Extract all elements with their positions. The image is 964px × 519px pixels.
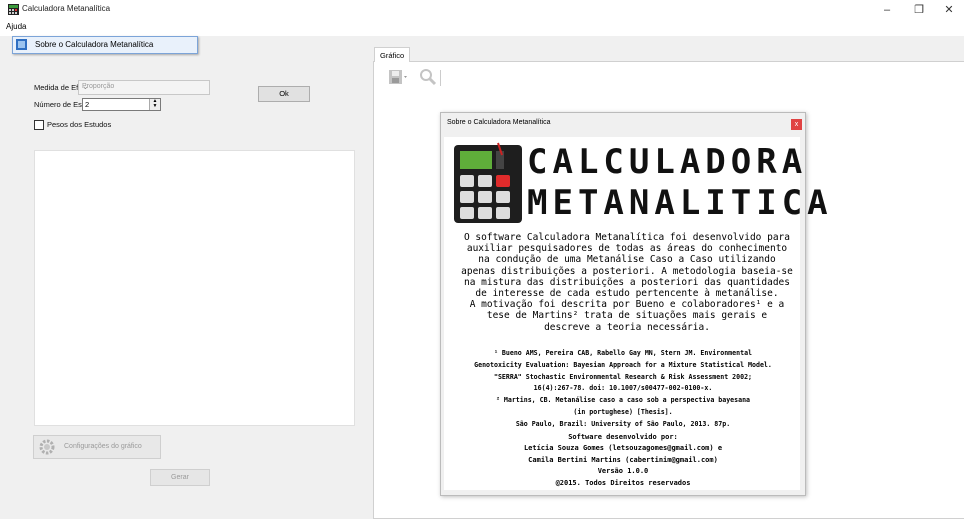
title-bar bbox=[0, 0, 964, 20]
zoom-icon[interactable] bbox=[418, 68, 438, 86]
about-close-button[interactable]: x bbox=[791, 119, 802, 130]
pesos-checkbox[interactable] bbox=[34, 120, 44, 130]
description-line: apenas distribuições a posteriori. A met… bbox=[461, 265, 793, 277]
gear-icon bbox=[39, 439, 55, 455]
description-line: A motivação foi descrita por Bueno e col… bbox=[469, 299, 785, 311]
config-chart-label: Configurações do gráfico bbox=[64, 443, 142, 450]
description-line: na mistura das distribuições a posterior… bbox=[463, 276, 790, 288]
reference-line: ¹ Bueno AMS, Pereira CAB, Rabello Gay MN… bbox=[493, 349, 753, 357]
config-chart-button[interactable]: Configurações do gráfico bbox=[33, 435, 161, 459]
chevron-down-icon: ⌄ bbox=[82, 82, 89, 91]
menu-bar bbox=[0, 20, 964, 36]
about-credits: Software desenvolvido por: Letícia Souza… bbox=[446, 432, 800, 489]
numero-stepper[interactable]: 2 ▲ ▼ bbox=[82, 98, 161, 111]
about-icon bbox=[16, 39, 27, 50]
medida-select[interactable]: Proporção ⌄ bbox=[78, 80, 210, 95]
description-line: na condução de uma Metanálise Caso a Cas… bbox=[478, 254, 776, 266]
description-line: tese de Martins² trata de situações mais… bbox=[486, 310, 768, 322]
credits-line: Letícia Souza Gomes (letsouzagomes@gmail… bbox=[523, 444, 723, 453]
pesos-label: Pesos dos Estudos bbox=[47, 120, 112, 129]
calculator-app-icon bbox=[8, 4, 19, 15]
close-button[interactable]: ✕ bbox=[934, 0, 964, 20]
logo-line-2: METANALITICA bbox=[527, 183, 833, 223]
maximize-button[interactable]: ❐ bbox=[904, 0, 934, 20]
window-title: Calculadora Metanalítica bbox=[22, 4, 111, 13]
logo-line-1: CALCULADORA bbox=[527, 142, 808, 182]
minimize-button[interactable]: – bbox=[872, 0, 902, 20]
reference-line: São Paulo, Brazil: University of São Pau… bbox=[515, 419, 731, 428]
reference-line: 16(4):267-78. doi: 10.1007/s00477-002-01… bbox=[533, 384, 713, 393]
credits-line: @2015. Todos Direitos reservados bbox=[555, 478, 691, 487]
about-description: O software Calculadora Metanalítica foi … bbox=[460, 232, 794, 333]
calculator-logo-icon bbox=[454, 142, 522, 223]
tab-grafico-label: Gráfico bbox=[380, 51, 405, 60]
credits-line: Camila Bertini Martins (cabertinim@gmail… bbox=[528, 455, 718, 464]
reference-line: ² Martins, CB. Metanálise caso a caso so… bbox=[495, 396, 751, 405]
description-line: O software Calculadora Metanalítica foi … bbox=[463, 232, 790, 243]
credits-line: Software desenvolvido por: bbox=[568, 433, 678, 441]
about-dialog-title: Sobre o Calculadora Metanalítica bbox=[447, 119, 551, 126]
reference-line: Genotoxicity Evaluation: Bayesian Approa… bbox=[474, 360, 772, 369]
description-line: descreve a teoria necessária. bbox=[544, 321, 710, 333]
tab-grafico[interactable]: Gráfico bbox=[374, 47, 410, 62]
gerar-button[interactable]: Gerar bbox=[150, 469, 210, 486]
stepper-arrows-icon[interactable]: ▲ ▼ bbox=[149, 99, 160, 110]
toolbar-separator bbox=[440, 70, 441, 86]
menu-item-sobre-label: Sobre o Calculadora Metanalítica bbox=[35, 40, 154, 49]
reference-line: (in portughese) [Thesis]. bbox=[573, 407, 673, 416]
numero-value: 2 bbox=[85, 100, 90, 109]
save-icon[interactable] bbox=[388, 68, 410, 86]
ok-button[interactable]: Ok bbox=[258, 86, 310, 102]
about-references: ¹ Bueno AMS, Pereira CAB, Rabello Gay MN… bbox=[446, 348, 800, 431]
description-line: de interesse de cada estudo pertencente … bbox=[475, 288, 779, 300]
credits-line: Versão 1.0.0 bbox=[597, 467, 649, 476]
menu-ajuda[interactable]: Ajuda bbox=[6, 22, 26, 31]
studies-list[interactable] bbox=[34, 150, 355, 426]
menu-item-sobre[interactable]: Sobre o Calculadora Metanalítica bbox=[12, 36, 198, 54]
description-line: auxiliar pesquisadores de todas as áreas… bbox=[466, 243, 788, 255]
reference-line: "SERRA" Stochastic Environmental Researc… bbox=[493, 372, 753, 381]
